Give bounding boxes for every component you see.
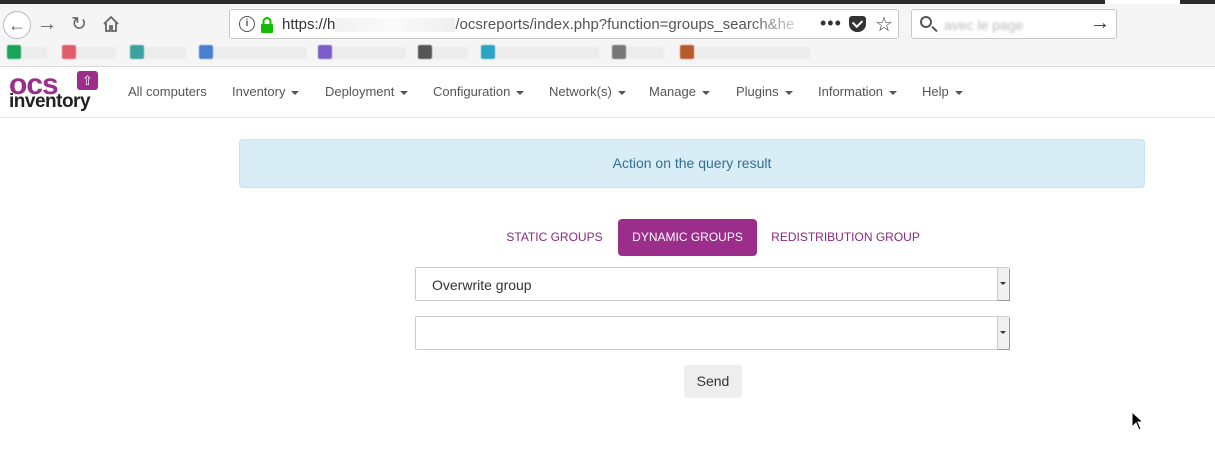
bookmark-favicon-icon: [318, 45, 332, 59]
logo-inventory-text: inventory: [9, 91, 91, 112]
bookmark-item[interactable]: [481, 45, 599, 59]
bookmark-item[interactable]: [318, 45, 406, 59]
caret-down-icon: [291, 90, 300, 95]
nav-item-label: Configuration: [433, 84, 511, 99]
bookmark-favicon-icon: [481, 45, 495, 59]
nav-item-label: Deployment: [325, 84, 395, 99]
bookmark-item[interactable]: [199, 45, 307, 59]
nav-item-label: Network(s): [549, 84, 612, 99]
bookmark-item[interactable]: [680, 45, 810, 59]
url-redacted: [335, 18, 456, 33]
search-go-arrow-icon[interactable]: →: [1090, 12, 1110, 35]
tab-static-groups[interactable]: STATIC GROUPS: [497, 219, 612, 256]
nav-item-label: Help: [922, 84, 949, 99]
caret-down-icon: [516, 90, 525, 95]
nav-item-label: Inventory: [232, 84, 286, 99]
caret-down-icon: [784, 90, 793, 95]
logo-house-icon: ⇧: [77, 71, 98, 90]
bookmark-favicon-icon: [612, 45, 626, 59]
nav-item-help[interactable]: Help: [922, 84, 963, 99]
ocs-inventory-logo[interactable]: ocs ⇧ inventory: [9, 68, 101, 114]
page-actions-icon[interactable]: •••: [820, 13, 842, 34]
tab-redistribution-group[interactable]: REDISTRIBUTION GROUP: [764, 219, 927, 256]
bookmark-item[interactable]: [62, 45, 116, 59]
nav-item-label: Information: [818, 84, 884, 99]
url-text[interactable]: https://h/ocsreports/index.php?function=…: [282, 16, 794, 33]
nav-item-information[interactable]: Information: [818, 84, 898, 99]
caret-down-icon: [889, 90, 898, 95]
bookmarks-toolbar: [0, 42, 1215, 67]
url-prefix: https://h: [282, 16, 336, 33]
alert-text: Action on the query result: [612, 155, 772, 171]
bookmark-favicon-icon: [418, 45, 432, 59]
forward-arrow-icon[interactable]: →: [35, 12, 59, 36]
chevron-down-icon[interactable]: [997, 317, 1009, 349]
nav-item-network-s[interactable]: Network(s): [549, 84, 626, 99]
bookmark-favicon-icon: [680, 45, 694, 59]
page-info-icon[interactable]: i: [239, 16, 255, 32]
home-icon[interactable]: [99, 12, 123, 36]
bookmark-item[interactable]: [130, 45, 186, 59]
action-select-value: Overwrite group: [432, 277, 532, 293]
back-arrow-icon[interactable]: ←: [3, 11, 31, 39]
action-select[interactable]: Overwrite group: [415, 267, 1010, 301]
group-select[interactable]: [415, 316, 1010, 350]
pocket-icon[interactable]: [849, 16, 866, 32]
reload-icon[interactable]: ↻: [67, 12, 91, 36]
nav-item-all-computers[interactable]: All computers: [128, 84, 207, 99]
browser-toolbar: ← → ↻ i https://h/ocsreports/index.php?f…: [0, 4, 1215, 42]
nav-item-label: Manage: [649, 84, 696, 99]
tab-dynamic-groups[interactable]: DYNAMIC GROUPS: [618, 219, 757, 256]
chevron-down-icon[interactable]: [997, 268, 1009, 300]
lock-icon[interactable]: [260, 17, 274, 38]
nav-item-manage[interactable]: Manage: [649, 84, 710, 99]
nav-item-configuration[interactable]: Configuration: [433, 84, 525, 99]
search-bar[interactable]: avec le page →: [911, 9, 1117, 39]
url-fade: [750, 14, 810, 34]
url-path: /ocsreports/index.php?function=groups_se…: [455, 16, 795, 33]
nav-item-label: Plugins: [736, 84, 779, 99]
search-icon: [920, 16, 932, 28]
bookmark-item[interactable]: [418, 45, 468, 59]
nav-item-label: All computers: [128, 84, 207, 99]
mouse-cursor-icon: [1131, 410, 1145, 436]
bookmark-star-icon[interactable]: ☆: [875, 12, 893, 37]
bookmark-favicon-icon: [199, 45, 213, 59]
caret-down-icon: [400, 90, 409, 95]
bookmark-favicon-icon: [130, 45, 144, 59]
bookmark-favicon-icon: [7, 45, 21, 59]
nav-item-deployment[interactable]: Deployment: [325, 84, 409, 99]
search-input[interactable]: avec le page: [944, 17, 1023, 33]
info-alert: Action on the query result: [239, 139, 1145, 188]
nav-item-inventory[interactable]: Inventory: [232, 84, 300, 99]
bookmark-favicon-icon: [62, 45, 76, 59]
caret-down-icon: [954, 90, 963, 95]
caret-down-icon: [617, 90, 626, 95]
app-header: ocs ⇧ inventory All computers Inventory De…: [0, 67, 1215, 118]
nav-item-plugins[interactable]: Plugins: [736, 84, 793, 99]
send-button[interactable]: Send: [684, 365, 742, 398]
address-bar[interactable]: i https://h/ocsreports/index.php?functio…: [229, 9, 899, 39]
bookmark-item[interactable]: [612, 45, 664, 59]
bookmark-item[interactable]: [7, 45, 47, 59]
caret-down-icon: [701, 90, 710, 95]
